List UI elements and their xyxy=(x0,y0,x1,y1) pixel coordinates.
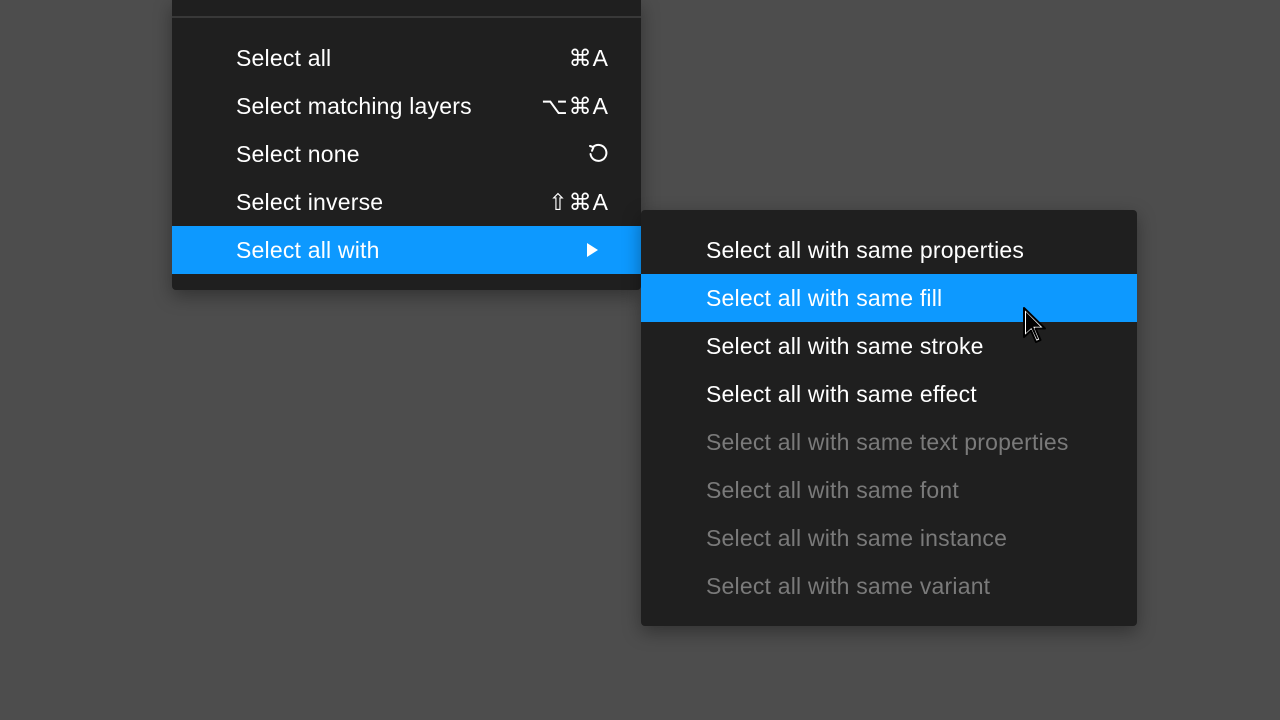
menu-item-label: Select matching layers xyxy=(236,92,472,119)
submenu-item-label: Select all with same instance xyxy=(706,524,1008,551)
submenu-item-same-stroke[interactable]: Select all with same stroke xyxy=(641,322,1137,370)
menu-item-select-none[interactable]: Select none xyxy=(172,130,641,178)
submenu-item-same-properties[interactable]: Select all with same properties xyxy=(641,226,1137,274)
shortcut-label: ⌘A xyxy=(568,44,609,71)
menu-item-select-matching-layers[interactable]: Select matching layers ⌥⌘A xyxy=(172,82,641,130)
submenu-item-label: Select all with same properties xyxy=(706,236,1025,263)
menu-item-label: Select none xyxy=(236,140,360,167)
menu-item-select-inverse[interactable]: Select inverse ⇧⌘A xyxy=(172,178,641,226)
select-all-with-submenu: Select all with same properties Select a… xyxy=(641,210,1137,626)
submenu-item-same-text-properties: Select all with same text properties xyxy=(641,418,1137,466)
submenu-item-same-variant: Select all with same variant xyxy=(641,562,1137,610)
submenu-item-label: Select all with same font xyxy=(706,476,960,503)
submenu-item-same-font: Select all with same font xyxy=(641,466,1137,514)
canvas-background: Select all ⌘A Select matching layers ⌥⌘A… xyxy=(0,0,1280,720)
submenu-item-same-instance: Select all with same instance xyxy=(641,514,1137,562)
triangle-right-icon xyxy=(587,243,598,257)
submenu-item-label: Select all with same variant xyxy=(706,572,991,599)
menu-item-select-all[interactable]: Select all ⌘A xyxy=(172,34,641,82)
menu-item-label: Select all with xyxy=(236,236,380,263)
shortcut-label: ⇧⌘A xyxy=(548,188,609,215)
submenu-item-same-fill[interactable]: Select all with same fill xyxy=(641,274,1137,322)
select-context-menu: Select all ⌘A Select matching layers ⌥⌘A… xyxy=(172,0,641,290)
menu-item-label: Select inverse xyxy=(236,188,384,215)
arrow-pointer-icon xyxy=(1023,307,1046,343)
menu-item-label: Select all xyxy=(236,44,332,71)
submenu-item-same-effect[interactable]: Select all with same effect xyxy=(641,370,1137,418)
shortcut-label: ⌥⌘A xyxy=(541,92,609,119)
submenu-item-label: Select all with same text properties xyxy=(706,428,1069,455)
submenu-item-label: Select all with same effect xyxy=(706,380,977,407)
menu-divider xyxy=(172,16,641,18)
menu-item-select-all-with[interactable]: Select all with xyxy=(172,226,641,274)
undo-icon xyxy=(587,143,609,165)
